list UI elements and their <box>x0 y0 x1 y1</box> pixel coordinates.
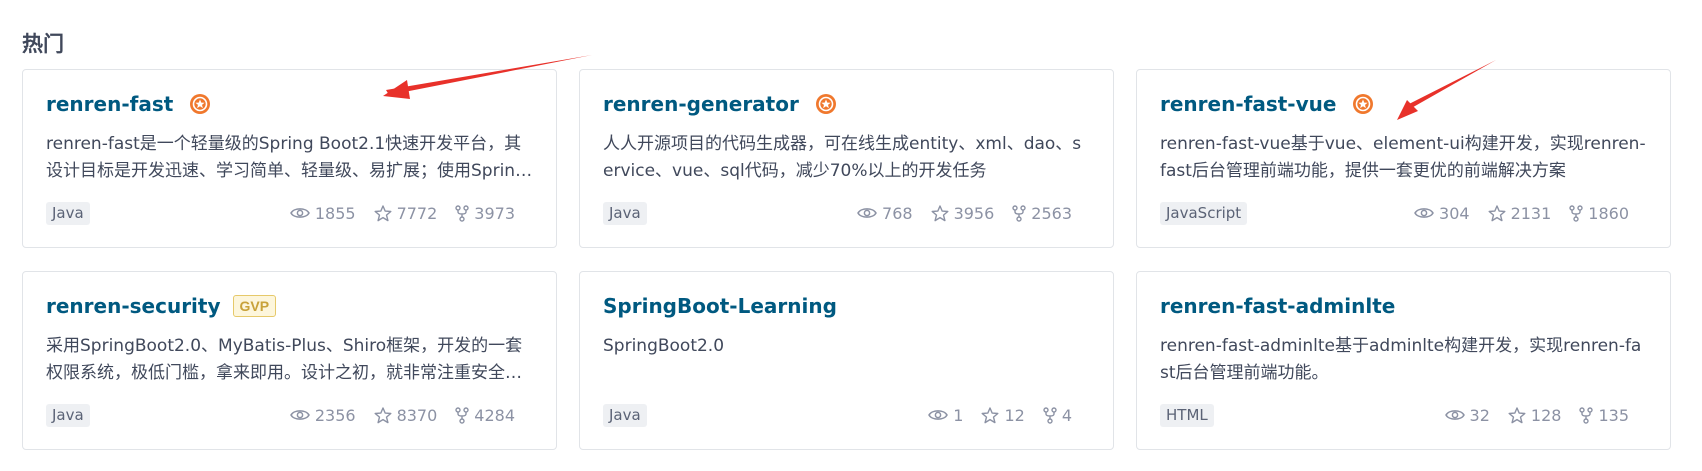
fork-icon <box>1569 204 1583 222</box>
gvp-badge[interactable]: GVP <box>232 295 277 317</box>
watchers-count: 32 <box>1469 405 1490 425</box>
forks-count: 3973 <box>474 203 515 223</box>
repo-name-link[interactable]: renren-security <box>46 294 221 318</box>
watchers-count: 1855 <box>314 203 356 223</box>
repo-name-link[interactable]: renren-generator <box>603 92 799 116</box>
repo-description: 人人开源项目的代码生成器，可在线生成entity、xml、dao、service… <box>603 134 1082 181</box>
forks-count: 135 <box>1598 405 1629 425</box>
watchers-stat[interactable]: 304 <box>1414 204 1470 223</box>
watchers-stat[interactable]: 32 <box>1444 405 1490 425</box>
eye-icon <box>857 208 877 218</box>
stars-count: 12 <box>1004 405 1025 425</box>
language-tag[interactable]: JavaScript <box>1160 201 1248 225</box>
fork-icon <box>1579 406 1594 424</box>
language-tag[interactable]: Java <box>603 403 647 427</box>
fork-icon <box>455 406 469 424</box>
stars-count: 128 <box>1530 405 1562 425</box>
watchers-count: 1 <box>953 405 964 425</box>
fork-icon <box>1012 204 1026 222</box>
stars-count: 2131 <box>1510 203 1552 223</box>
forks-count: 1860 <box>1588 203 1629 223</box>
star-icon <box>374 204 392 221</box>
forks-count: 2563 <box>1031 203 1072 223</box>
star-icon <box>931 204 949 221</box>
medal-icon <box>189 93 211 115</box>
watchers-count: 768 <box>882 203 913 223</box>
star-icon <box>374 406 392 423</box>
repo-name-link[interactable]: renren-fast-vue <box>1160 92 1336 116</box>
repo-grid: renren-fast renren-fast是一个轻量级的Spring Boo… <box>22 69 1674 450</box>
stars-stat[interactable]: 3956 <box>931 203 995 223</box>
medal-icon <box>1352 93 1374 115</box>
watchers-count: 2356 <box>314 405 356 425</box>
forks-count: 4284 <box>474 405 515 425</box>
eye-icon <box>928 410 949 420</box>
forks-stat[interactable]: 2563 <box>1012 204 1072 223</box>
star-icon <box>1488 204 1506 221</box>
eye-icon <box>289 410 310 420</box>
repo-name-link[interactable]: renren-fast-adminlte <box>1160 294 1395 318</box>
language-tag[interactable]: HTML <box>1160 403 1214 427</box>
stars-stat[interactable]: 128 <box>1508 405 1562 425</box>
repo-card: SpringBoot-Learning SpringBoot2.0 Java 1… <box>579 271 1114 450</box>
forks-stat[interactable]: 3973 <box>455 204 515 223</box>
repo-card: renren-fast-adminlte renren-fast-adminlt… <box>1136 271 1671 450</box>
stars-stat[interactable]: 8370 <box>374 405 438 425</box>
watchers-stat[interactable]: 768 <box>857 204 913 223</box>
watchers-stat[interactable]: 2356 <box>289 405 356 425</box>
section-title: 热门 <box>22 32 64 56</box>
repo-description: SpringBoot2.0 <box>603 336 725 356</box>
repo-card: renren-fast renren-fast是一个轻量级的Spring Boo… <box>22 69 557 248</box>
repo-description: renren-fast-adminlte基于adminlte构建开发，实现ren… <box>1160 336 1642 383</box>
language-tag[interactable]: Java <box>46 201 90 225</box>
repo-card: renren-fast-vue renren-fast-vue基于vue、ele… <box>1136 69 1671 248</box>
fork-icon <box>455 204 469 222</box>
language-tag[interactable]: Java <box>46 403 90 427</box>
medal-icon <box>815 93 837 115</box>
eye-icon <box>1414 208 1434 218</box>
stars-count: 8370 <box>396 405 438 425</box>
star-icon <box>1508 406 1526 423</box>
star-icon <box>981 406 999 423</box>
repo-description: renren-fast-vue基于vue、element-ui构建开发，实现re… <box>1160 134 1646 181</box>
language-tag[interactable]: Java <box>603 201 647 225</box>
forks-stat[interactable]: 135 <box>1579 406 1629 425</box>
watchers-count: 304 <box>1439 203 1470 223</box>
stars-count: 7772 <box>396 203 438 223</box>
stars-count: 3956 <box>953 203 995 223</box>
eye-icon <box>289 208 310 218</box>
forks-stat[interactable]: 4 <box>1043 406 1072 425</box>
repo-name-link[interactable]: SpringBoot-Learning <box>603 294 837 318</box>
stars-stat[interactable]: 2131 <box>1488 203 1552 223</box>
watchers-stat[interactable]: 1 <box>928 406 963 425</box>
repo-name-link[interactable]: renren-fast <box>46 92 173 116</box>
stars-stat[interactable]: 12 <box>981 405 1025 425</box>
eye-icon <box>1444 410 1465 420</box>
repo-card: renren-generator 人人开源项目的代码生成器，可在线生成entit… <box>579 69 1114 248</box>
watchers-stat[interactable]: 1855 <box>289 203 356 223</box>
forks-count: 4 <box>1061 405 1072 425</box>
repo-description: renren-fast是一个轻量级的Spring Boot2.1快速开发平台，其… <box>46 134 526 181</box>
forks-stat[interactable]: 1860 <box>1569 204 1629 223</box>
fork-icon <box>1043 406 1057 424</box>
forks-stat[interactable]: 4284 <box>455 406 515 425</box>
stars-stat[interactable]: 7772 <box>374 203 438 223</box>
repo-card: renren-security GVP 采用SpringBoot2.0、MyBa… <box>22 271 557 450</box>
repo-description: 采用SpringBoot2.0、MyBatis-Plus、Shiro框架，开发的… <box>46 336 523 383</box>
